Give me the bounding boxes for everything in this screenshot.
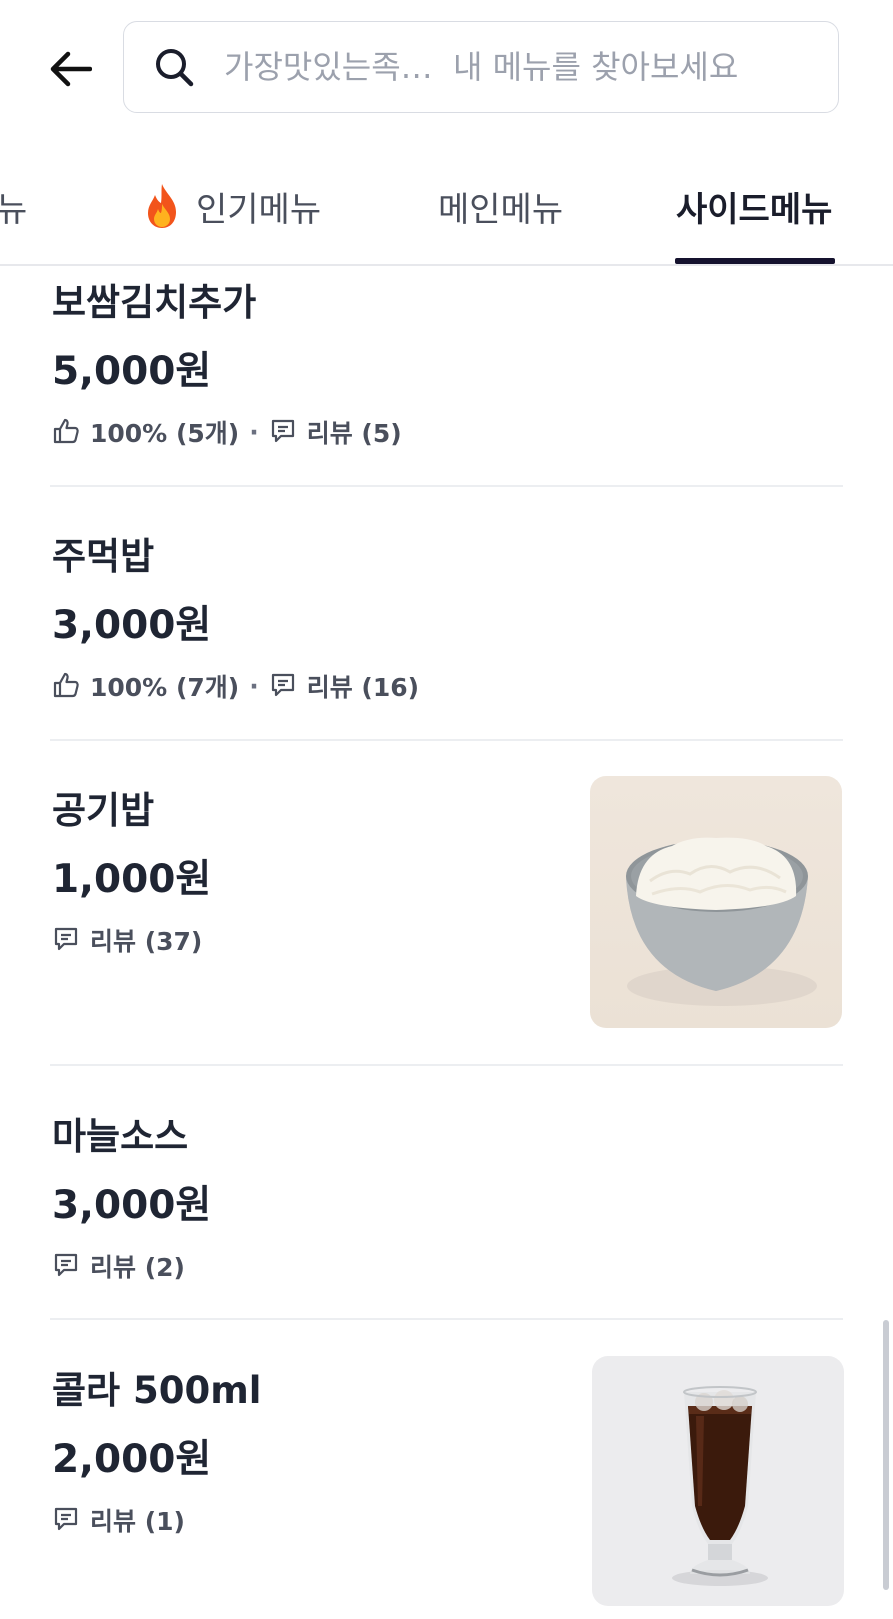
item-price: 1,000원 (52, 857, 212, 902)
search-input[interactable] (224, 48, 824, 86)
separator-dot: · (249, 671, 259, 701)
item-meta: 100% (5개) · 리뷰 (5) (52, 414, 402, 450)
review-count: 리뷰 (2) (90, 1253, 185, 1282)
tab-label: 사이드메뉴 (676, 189, 833, 230)
like-rate: 100% (7개) (90, 673, 240, 702)
tab-popular[interactable]: 인기메뉴 (142, 178, 321, 234)
header (0, 0, 893, 140)
cola-glass-photo[interactable] (592, 1356, 844, 1606)
review-count: 리뷰 (5) (306, 419, 402, 448)
review-icon (52, 1505, 82, 1535)
scrollbar[interactable] (883, 1320, 889, 1590)
divider (50, 739, 843, 741)
review-icon (269, 671, 299, 701)
review-count: 리뷰 (1) (90, 1507, 185, 1536)
arrow-left-icon (50, 51, 92, 87)
menu-item[interactable]: 공기밥 1,000원 리뷰 (37) (0, 776, 893, 1066)
divider (50, 1318, 843, 1320)
item-price: 3,000원 (52, 1183, 212, 1228)
item-meta: 리뷰 (37) (52, 922, 202, 958)
like-rate: 100% (5개) (90, 419, 240, 448)
review-count: 리뷰 (37) (90, 927, 203, 956)
tab-label: 인기메뉴 (196, 189, 322, 230)
thumbs-up-icon (52, 671, 82, 701)
category-tabs: 뉴 인기메뉴 메인메뉴 사이드메뉴 (0, 150, 893, 266)
item-meta: 100% (7개) · 리뷰 (16) (52, 668, 419, 704)
item-name: 공기밥 (52, 789, 155, 832)
item-meta: 리뷰 (2) (52, 1248, 185, 1284)
item-name: 마늘소스 (52, 1115, 189, 1158)
menu-screen: 뉴 인기메뉴 메인메뉴 사이드메뉴 보쌈김치추가 5,000원 (0, 0, 893, 1619)
review-icon (269, 417, 299, 447)
item-price: 5,000원 (52, 349, 212, 394)
menu-item[interactable]: 보쌈김치추가 5,000원 100% (5개) · 리뷰 (5) (0, 268, 893, 486)
review-icon (52, 1251, 82, 1281)
divider (50, 485, 843, 487)
item-name: 주먹밥 (52, 535, 155, 578)
tab-label: 뉴 (0, 189, 28, 230)
search-icon (152, 45, 196, 89)
item-name: 보쌈김치추가 (52, 281, 257, 324)
separator-dot: · (249, 417, 259, 447)
tab-side-menu[interactable]: 사이드메뉴 (676, 178, 832, 234)
menu-item[interactable]: 콜라 500ml 2,000원 리뷰 (1) (0, 1356, 893, 1619)
item-name: 콜라 500ml (52, 1369, 262, 1412)
tab-main-menu[interactable]: 메인메뉴 (438, 178, 563, 234)
back-button[interactable] (40, 44, 100, 94)
item-price: 3,000원 (52, 603, 212, 648)
search-box[interactable] (123, 21, 839, 113)
fire-icon (142, 182, 182, 230)
menu-item[interactable]: 마늘소스 3,000원 리뷰 (2) (0, 1102, 893, 1320)
active-tab-indicator (675, 258, 835, 264)
divider (50, 1064, 843, 1066)
tab-partial[interactable]: 뉴 (0, 178, 27, 234)
menu-item[interactable]: 주먹밥 3,000원 100% (7개) · 리뷰 (16) (0, 522, 893, 740)
item-meta: 리뷰 (1) (52, 1502, 185, 1538)
rice-bowl-photo[interactable] (590, 776, 842, 1028)
thumbs-up-icon (52, 417, 82, 447)
tab-label: 메인메뉴 (438, 189, 564, 230)
review-icon (52, 925, 82, 955)
review-count: 리뷰 (16) (306, 673, 420, 702)
item-price: 2,000원 (52, 1437, 212, 1482)
